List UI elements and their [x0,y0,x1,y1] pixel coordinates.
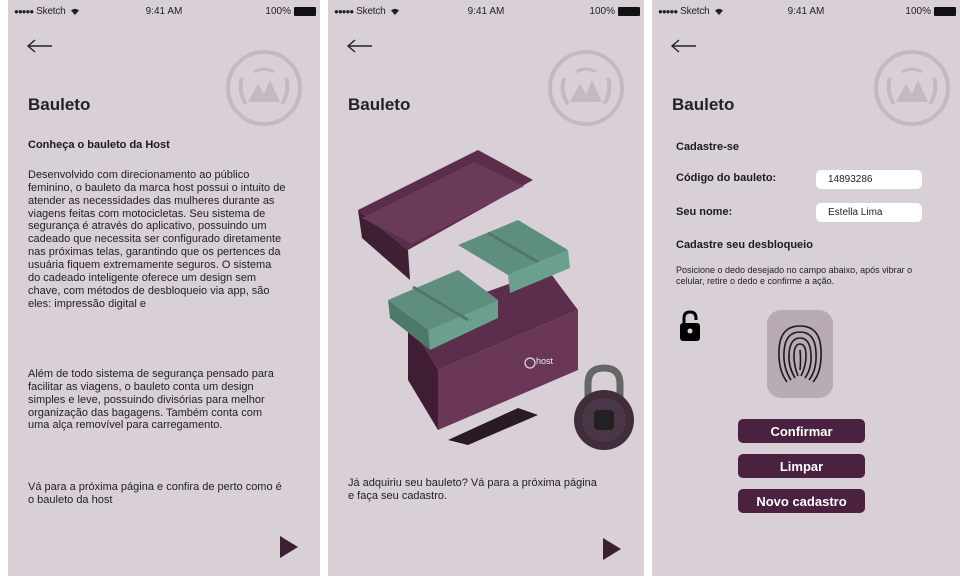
battery-icon [294,7,316,16]
status-bar: ●●●●● Sketch 9:41 AM 100% [8,0,320,20]
confirm-button[interactable]: Confirmar [738,419,865,443]
fingerprint-hint: Posicione o dedo desejado no campo abaix… [676,265,913,286]
battery-percent: 100% [905,6,931,17]
name-input[interactable] [816,203,922,222]
new-register-button[interactable]: Novo cadastro [738,489,865,513]
smart-padlock-image [574,364,634,450]
section-unlock-heading: Cadastre seu desbloqueio [676,239,813,251]
brand-logo-icon [548,50,624,126]
page-title: Bauleto [28,95,91,114]
code-input[interactable] [816,170,922,189]
battery-icon [934,7,956,16]
battery-percent: 100% [265,6,291,17]
product-caption: Já adquiriu seu bauleto? Vá para a próxi… [348,477,597,502]
back-arrow-icon[interactable] [26,38,54,54]
fingerprint-icon [778,325,822,383]
padlock-icon [680,310,700,341]
fingerprint-scan-area[interactable] [767,310,833,398]
page-title: Bauleto [348,95,411,114]
description-paragraph: Desenvolvido com direcionamento ao públi… [28,169,286,310]
screen-register: ●●●●● Sketch 9:41 AM 100% Bauleto Cadastr… [652,0,960,576]
status-bar: ●●●●● Sketch 9:41 AM 100% [652,0,960,20]
name-label: Seu nome: [676,206,733,218]
brand-logo-icon [226,50,302,126]
clear-button[interactable]: Limpar [738,454,865,478]
next-play-icon[interactable] [603,538,621,560]
section-subtitle: Conheça o bauleto da Host [28,139,170,151]
screen-product-view: ●●●●● Sketch 9:41 AM 100% Bauleto host J… [328,0,644,576]
section-register-heading: Cadastre-se [676,141,739,153]
screen-about-bauleto: ●●●●● Sketch 9:41 AM 100% Bauleto Conheça… [8,0,320,576]
battery-icon [618,7,640,16]
next-page-hint: Vá para a próxima página e confira de pe… [28,481,282,506]
status-bar: ●●●●● Sketch 9:41 AM 100% [328,0,644,20]
back-arrow-icon[interactable] [346,38,374,54]
code-label: Código do bauleto: [676,172,777,184]
description-paragraph: Além de todo sistema de segurança pensad… [28,368,274,432]
brand-logo-icon [874,50,950,126]
product-brand-label: host [536,356,554,366]
back-arrow-icon[interactable] [670,38,698,54]
next-play-icon[interactable] [280,536,298,558]
page-title: Bauleto [672,95,735,114]
battery-percent: 100% [589,6,615,17]
